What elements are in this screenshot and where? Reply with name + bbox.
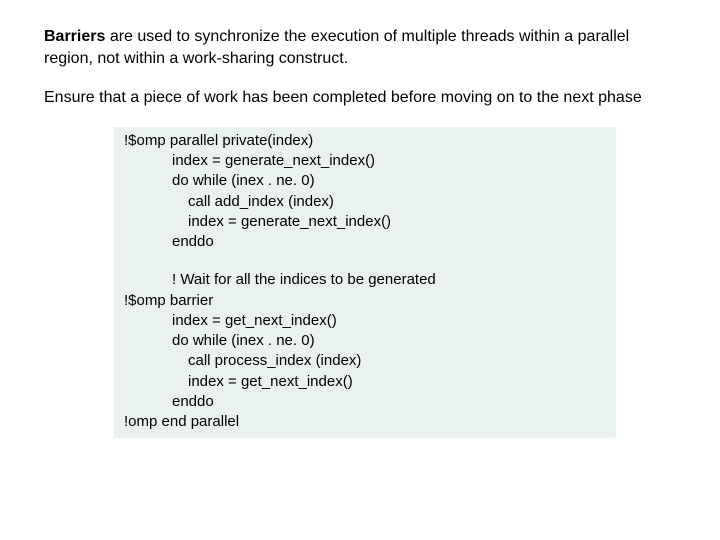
- code-line: ! Wait for all the indices to be generat…: [124, 270, 606, 290]
- code-spacer: [124, 252, 606, 270]
- code-line: index = get_next_index(): [124, 311, 606, 331]
- second-paragraph: Ensure that a piece of work has been com…: [44, 87, 676, 109]
- code-line: !omp end parallel: [124, 412, 606, 432]
- code-line: call add_index (index): [124, 192, 606, 212]
- code-line: !$omp barrier: [124, 291, 606, 311]
- code-line: enddo: [124, 392, 606, 412]
- code-line: !$omp parallel private(index): [124, 131, 606, 151]
- intro-bold: Barriers: [44, 28, 105, 45]
- code-block: !$omp parallel private(index) index = ge…: [114, 127, 616, 439]
- intro-paragraph: Barriers are used to synchronize the exe…: [44, 26, 676, 69]
- code-line: index = generate_next_index(): [124, 151, 606, 171]
- slide: Barriers are used to synchronize the exe…: [0, 0, 720, 438]
- code-line: enddo: [124, 232, 606, 252]
- code-line: do while (inex . ne. 0): [124, 171, 606, 191]
- code-line: call process_index (index): [124, 351, 606, 371]
- code-line: index = get_next_index(): [124, 372, 606, 392]
- code-line: index = generate_next_index(): [124, 212, 606, 232]
- intro-rest: are used to synchronize the execution of…: [44, 28, 629, 67]
- code-line: do while (inex . ne. 0): [124, 331, 606, 351]
